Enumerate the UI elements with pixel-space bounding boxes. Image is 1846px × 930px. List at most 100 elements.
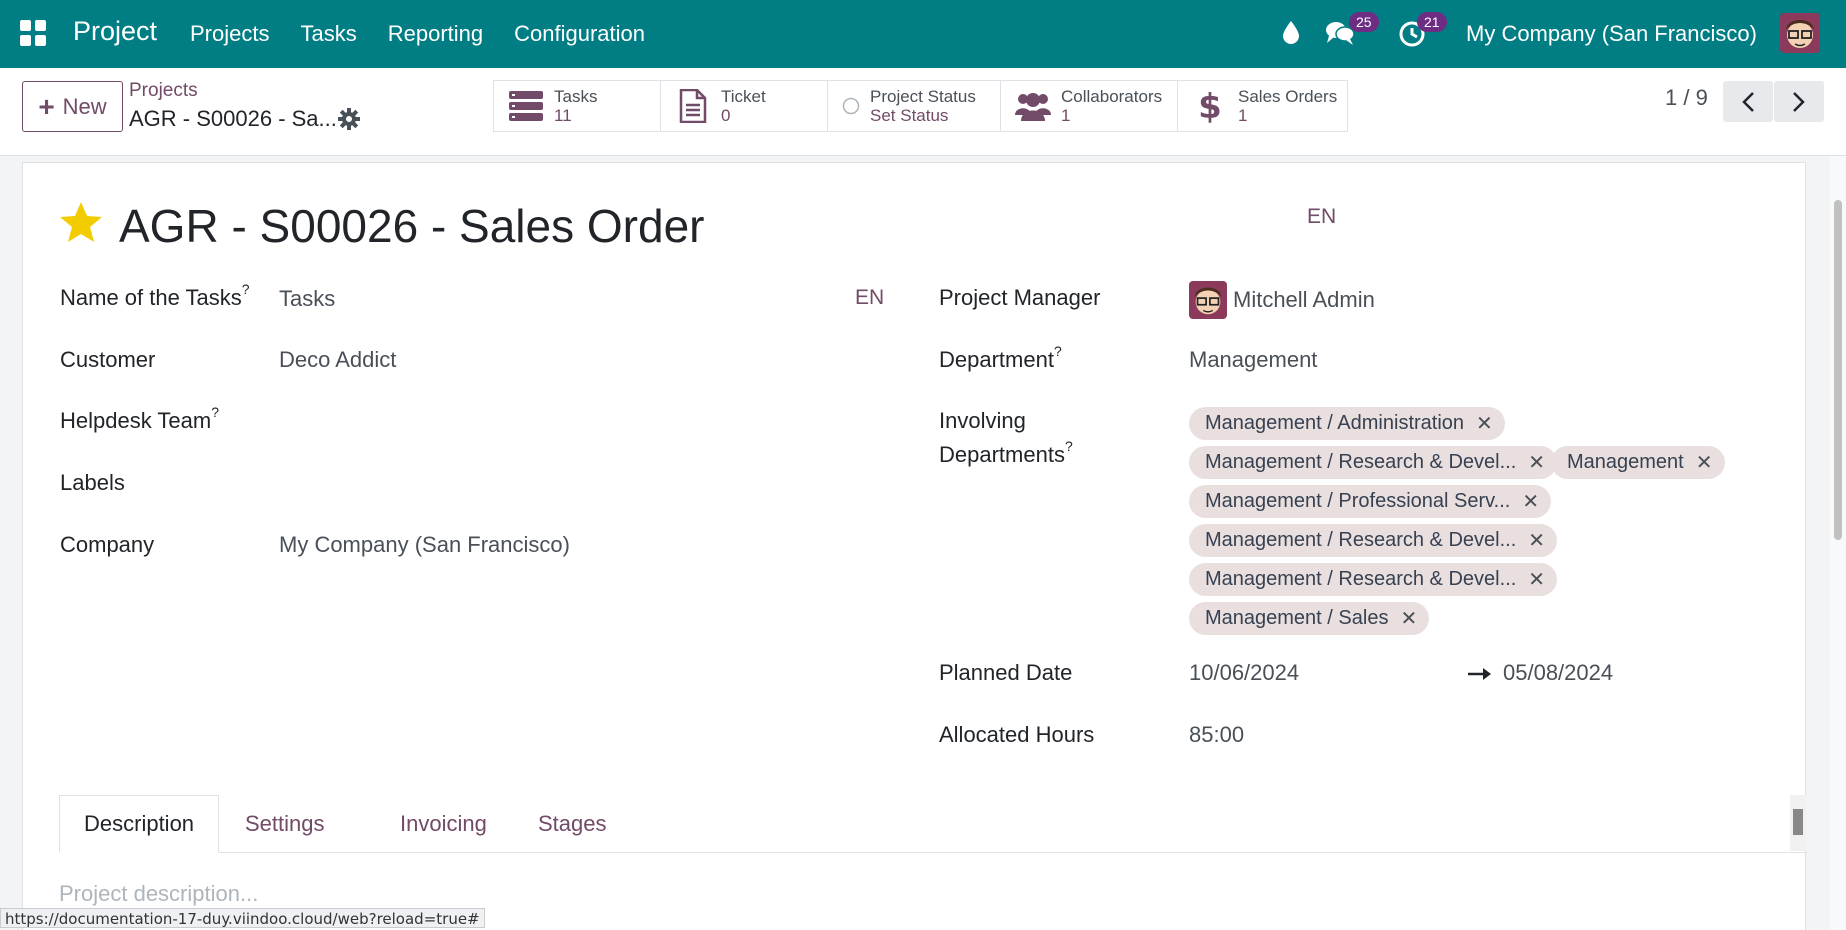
collaborators-smart-button[interactable]: Collaborators 1	[1000, 80, 1178, 132]
helpdesk-team-label: Helpdesk Team?	[60, 404, 219, 434]
stat-label: Sales Orders	[1238, 87, 1338, 106]
department-tag: Management ✕	[1551, 446, 1725, 479]
department-tag: Management / Research & Devel... ✕	[1189, 446, 1558, 479]
arrow-right-icon	[1468, 667, 1492, 686]
task-name-language-button[interactable]: EN	[855, 286, 884, 310]
allocated-hours-field[interactable]: 85:00	[1189, 722, 1244, 748]
app-name[interactable]: Project	[73, 16, 157, 47]
close-icon[interactable]: ✕	[1522, 489, 1539, 514]
department-tag-label: Management / Research & Devel...	[1205, 568, 1517, 590]
department-tag-label: Management	[1567, 451, 1684, 473]
help-mark[interactable]: ?	[1054, 343, 1062, 359]
department-tag-label: Management / Research & Devel...	[1205, 451, 1517, 473]
stat-label: Collaborators	[1061, 87, 1163, 106]
involving-departments-label-text: Departments	[939, 442, 1065, 467]
company-field[interactable]: My Company (San Francisco)	[279, 532, 570, 558]
menu-reporting[interactable]: Reporting	[388, 21, 483, 47]
department-tag: Management / Sales ✕	[1189, 602, 1430, 635]
planned-start-field[interactable]: 10/06/2024	[1189, 660, 1299, 686]
new-button-label: New	[62, 93, 107, 119]
close-icon[interactable]: ✕	[1528, 450, 1545, 475]
help-mark[interactable]: ?	[242, 281, 250, 297]
task-name-label-text: Name of the Tasks	[60, 285, 242, 310]
tasks-icon	[508, 91, 544, 121]
department-tag-label: Management / Professional Serv...	[1205, 490, 1511, 512]
sales-orders-smart-button[interactable]: $ Sales Orders 1	[1177, 80, 1348, 132]
department-tag: Management / Research & Devel... ✕	[1189, 563, 1558, 596]
new-button[interactable]: + New	[22, 81, 123, 132]
tab-settings[interactable]: Settings	[245, 795, 325, 853]
menu-configuration[interactable]: Configuration	[514, 21, 645, 47]
breadcrumb-current: AGR - S00026 - Sa...	[129, 106, 337, 131]
menu-tasks[interactable]: Tasks	[300, 21, 356, 47]
close-icon[interactable]: ✕	[1400, 606, 1417, 631]
department-tag: Management / Research & Devel... ✕	[1189, 524, 1558, 557]
department-label: Department?	[939, 343, 1062, 373]
chevron-right-icon	[1793, 91, 1805, 112]
company-switcher[interactable]: My Company (San Francisco)	[1466, 21, 1757, 47]
company-label: Company	[60, 532, 155, 557]
customer-field[interactable]: Deco Addict	[279, 347, 396, 373]
scroll-thumb[interactable]	[1793, 809, 1803, 835]
stat-value: 1	[1061, 106, 1071, 125]
control-panel: + New Projects AGR - S00026 - Sa... Task…	[0, 68, 1846, 156]
helpdesk-team-label-text: Helpdesk Team	[60, 408, 212, 433]
project-status-button[interactable]: Project Status Set Status	[827, 80, 1001, 132]
department-tag-label: Management / Administration	[1205, 412, 1465, 434]
drop-icon[interactable]	[1282, 20, 1300, 49]
involving-departments-label-line1: Involving	[939, 408, 1026, 433]
tabs-scrollbar[interactable]	[1790, 795, 1806, 851]
planned-end-field[interactable]: 05/08/2024	[1503, 660, 1613, 686]
breadcrumb-projects[interactable]: Projects	[129, 80, 198, 102]
plus-icon: +	[38, 90, 55, 122]
labels-label: Labels	[60, 470, 125, 495]
notebook-tabs: Description Settings Invoicing Stages	[59, 795, 1807, 853]
menu-projects[interactable]: Projects	[190, 21, 269, 47]
planned-date-label: Planned Date	[939, 660, 1073, 685]
ticket-smart-button[interactable]: Ticket 0	[660, 80, 828, 132]
close-icon[interactable]: ✕	[1528, 528, 1545, 553]
tab-invoicing[interactable]: Invoicing	[400, 795, 487, 853]
pager-previous-button[interactable]	[1723, 81, 1773, 122]
project-title[interactable]: AGR - S00026 - Sales Order	[119, 199, 704, 253]
avatar[interactable]	[1780, 13, 1820, 53]
help-mark[interactable]: ?	[211, 404, 219, 420]
project-manager-field[interactable]: Mitchell Admin	[1233, 287, 1375, 313]
close-icon[interactable]: ✕	[1696, 450, 1713, 475]
gear-icon[interactable]	[338, 108, 360, 135]
status-circle-icon	[842, 97, 860, 115]
messages-badge: 25	[1349, 12, 1379, 32]
avatar	[1189, 281, 1227, 319]
department-tag-label: Management / Sales	[1205, 607, 1389, 629]
department-label-text: Department	[939, 347, 1054, 372]
users-icon	[1015, 91, 1051, 121]
tab-description[interactable]: Description	[59, 795, 220, 853]
task-name-label: Name of the Tasks?	[60, 281, 250, 311]
favorite-star-icon[interactable]	[59, 201, 103, 248]
title-language-button[interactable]: EN	[1307, 205, 1336, 229]
close-icon[interactable]: ✕	[1528, 567, 1545, 592]
task-name-field[interactable]: Tasks	[279, 286, 335, 312]
allocated-hours-label: Allocated Hours	[939, 722, 1095, 747]
svg-text:$: $	[1199, 88, 1221, 124]
department-tag: Management / Administration ✕	[1189, 407, 1505, 440]
department-field[interactable]: Management	[1189, 347, 1317, 373]
description-editor[interactable]: Project description...	[59, 881, 258, 907]
scroll-thumb[interactable]	[1834, 200, 1842, 540]
tasks-smart-button[interactable]: Tasks 11	[493, 80, 661, 132]
apps-icon[interactable]	[20, 20, 46, 46]
tab-stages[interactable]: Stages	[538, 795, 607, 853]
pager-next-button[interactable]	[1774, 81, 1824, 122]
page-scrollbar[interactable]	[1830, 156, 1846, 930]
close-icon[interactable]: ✕	[1476, 411, 1493, 436]
help-mark[interactable]: ?	[1065, 438, 1073, 454]
smart-buttons: Tasks 11 Ticket 0 Project Status Set Status…	[493, 80, 1348, 132]
pager-value[interactable]: 1 / 9	[1665, 85, 1708, 111]
dollar-icon: $	[1192, 88, 1228, 124]
stat-label: Tasks	[554, 87, 598, 106]
department-tag: Management / Professional Serv... ✕	[1189, 485, 1552, 518]
main-menu: Projects Tasks Reporting Configuration	[190, 21, 645, 47]
involving-departments-label: Departments?	[939, 438, 1073, 468]
stat-value: Set Status	[870, 106, 949, 125]
top-navbar: Project Projects Tasks Reporting Configu…	[0, 0, 1846, 68]
